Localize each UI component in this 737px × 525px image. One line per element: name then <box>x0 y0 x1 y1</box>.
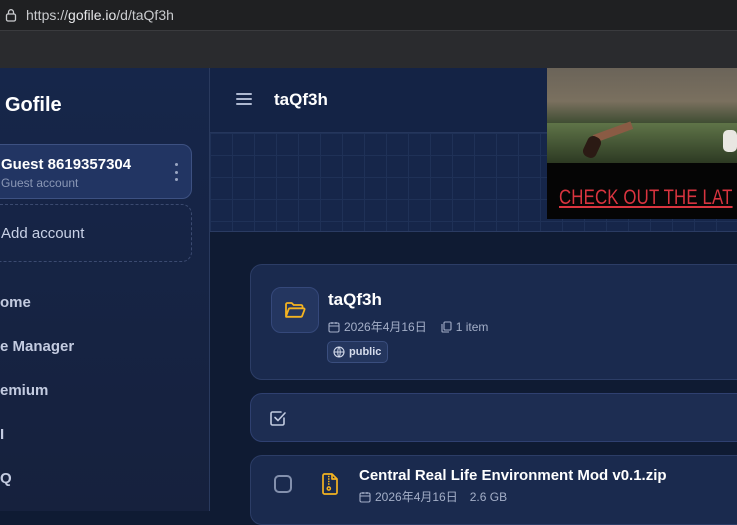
globe-icon <box>333 346 345 358</box>
folder-meta: 2026年4月16日 1 item <box>328 318 488 335</box>
file-meta: 2026年4月16日 2.6 GB <box>359 488 507 505</box>
add-account-label: Add account <box>1 225 85 242</box>
file-name[interactable]: Central Real Life Environment Mod v0.1.z… <box>359 467 667 484</box>
visibility-label: public <box>349 346 382 358</box>
file-date: 2026年4月16日 <box>375 490 458 504</box>
file-size: 2.6 GB <box>469 489 508 504</box>
sidebar-item-file-manager[interactable]: e Manager <box>0 338 74 355</box>
lock-icon <box>3 7 19 23</box>
sidebar-item-faq[interactable]: Q <box>0 470 12 487</box>
calendar-icon <box>359 491 371 503</box>
more-options-icon[interactable] <box>173 163 179 181</box>
file-checkbox[interactable] <box>274 475 292 493</box>
add-account-button[interactable]: Add account <box>0 204 192 262</box>
square-check-icon[interactable] <box>269 409 287 432</box>
folder-open-icon <box>271 287 319 333</box>
url-text[interactable]: https://gofile.io/d/taQf3h <box>26 7 174 23</box>
browser-url-bar[interactable]: https://gofile.io/d/taQf3h <box>0 0 737 30</box>
selection-toolbar <box>250 393 737 442</box>
file-zip-icon <box>321 473 339 500</box>
ad-photo <box>547 68 737 163</box>
account-type: Guest account <box>1 176 79 190</box>
ad-cta-link[interactable]: CHECK OUT THE LAT <box>559 186 733 210</box>
advertisement-banner[interactable]: CHECK OUT THE LAT <box>547 68 737 219</box>
copy-icon <box>441 320 452 333</box>
sidebar-item-premium[interactable]: emium <box>0 382 48 399</box>
visibility-badge[interactable]: public <box>327 341 389 363</box>
folder-date: 2026年4月16日 <box>344 320 427 334</box>
folder-item-count: 1 item <box>455 319 489 334</box>
account-card[interactable]: Guest 8619357304 Guest account <box>0 144 192 199</box>
page-title: taQf3h <box>274 90 328 109</box>
sidebar-item-home[interactable]: ome <box>0 294 31 311</box>
account-name: Guest 8619357304 <box>1 156 132 173</box>
folder-info-card: taQf3h 2026年4月16日 1 item public <box>250 264 737 380</box>
hamburger-icon[interactable] <box>236 93 252 105</box>
calendar-icon <box>328 321 340 333</box>
brand-logo-text[interactable]: Gofile <box>5 94 62 117</box>
sidebar-item-api[interactable]: I <box>0 426 4 443</box>
file-row[interactable]: Central Real Life Environment Mod v0.1.z… <box>250 455 737 525</box>
browser-toolbar <box>0 30 737 69</box>
folder-name: taQf3h <box>328 290 382 309</box>
sidebar: Gofile Guest 8619357304 Guest account Ad… <box>0 68 210 511</box>
